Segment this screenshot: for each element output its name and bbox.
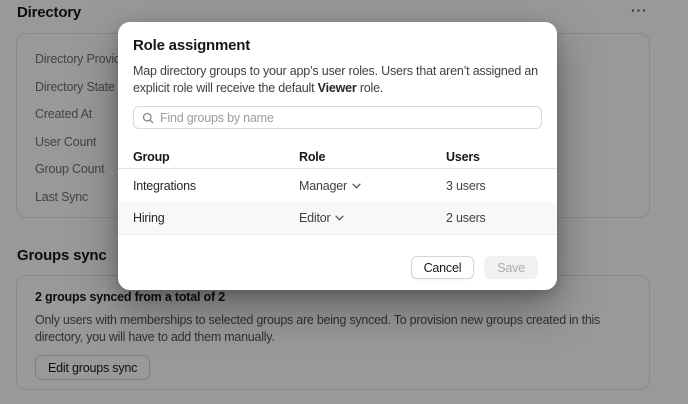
chevron-down-icon (352, 183, 361, 189)
default-role-name: Viewer (318, 81, 357, 95)
role-dropdown-integrations[interactable]: Manager (299, 179, 361, 193)
modal-description: Map directory groups to your app’s user … (133, 63, 539, 97)
user-count: 2 users (446, 211, 542, 225)
group-name: Integrations (133, 179, 299, 193)
column-header-role: Role (299, 150, 446, 164)
role-dropdown-hiring[interactable]: Editor (299, 211, 344, 225)
search-icon (142, 112, 154, 124)
search-input[interactable] (160, 111, 533, 125)
modal-footer: Cancel Save (411, 256, 538, 279)
role-assignment-modal: Role assignment Map directory groups to … (118, 22, 557, 290)
column-header-users: Users (446, 150, 542, 164)
column-header-group: Group (133, 150, 299, 164)
modal-description-tail: role. (357, 81, 384, 95)
chevron-down-icon (335, 215, 344, 221)
table-row-hiring: Hiring Editor 2 users (118, 202, 557, 235)
save-button[interactable]: Save (484, 256, 538, 279)
table-header-row: Group Role Users (118, 146, 557, 169)
role-dropdown-value: Manager (299, 179, 347, 193)
group-role-table: Group Role Users Integrations Manager (118, 146, 557, 235)
user-count: 3 users (446, 179, 542, 193)
group-name: Hiring (133, 211, 299, 225)
role-dropdown-value: Editor (299, 211, 330, 225)
screen: Directory ⋯ Directory Provider Directory… (0, 0, 688, 404)
table-row-integrations: Integrations Manager 3 users (118, 169, 557, 202)
cancel-button[interactable]: Cancel (411, 256, 475, 279)
modal-title: Role assignment (133, 37, 542, 54)
group-search-box (133, 106, 542, 129)
